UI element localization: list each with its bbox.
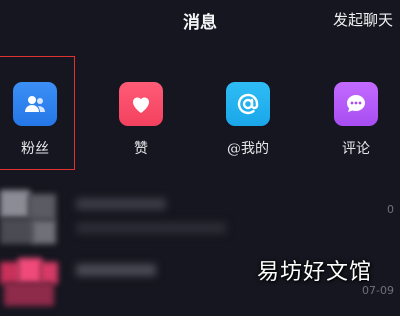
header-bar: 消息 发起聊天 — [0, 0, 400, 40]
heart-icon — [133, 97, 149, 113]
mentions-tile — [226, 82, 270, 126]
message-sender-blurred — [76, 198, 166, 210]
message-sender-blurred — [76, 264, 156, 276]
chat-bubble-icon — [347, 95, 365, 112]
watermark-text: 易坊好文馆 — [256, 260, 372, 285]
mentions-label: @我的 — [227, 141, 269, 157]
message-time: 0 — [387, 203, 394, 216]
comments-label: 评论 — [342, 141, 370, 157]
comments-entry[interactable]: 评论 — [311, 58, 400, 170]
likes-entry[interactable]: 赞 — [96, 58, 186, 170]
highlight-box — [0, 56, 75, 170]
avatar — [0, 190, 58, 246]
likes-tile — [119, 82, 163, 126]
at-icon — [237, 93, 259, 115]
comments-tile — [334, 82, 378, 126]
start-chat-button[interactable]: 发起聊天 — [333, 9, 393, 30]
avatar — [0, 256, 58, 312]
message-preview-blurred — [76, 222, 226, 234]
likes-label: 赞 — [134, 141, 148, 157]
message-row[interactable]: 0 — [0, 184, 400, 250]
mentions-entry[interactable]: @我的 — [203, 58, 293, 170]
